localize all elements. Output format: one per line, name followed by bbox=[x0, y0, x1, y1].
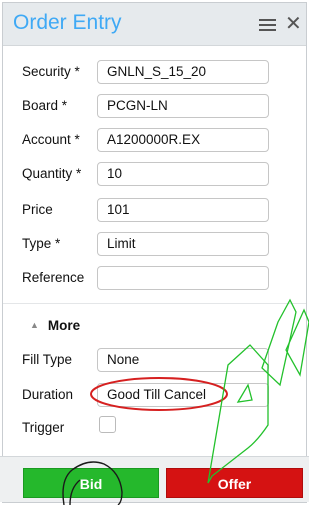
quantity-label: Quantity * bbox=[22, 166, 82, 181]
account-label: Account * bbox=[22, 132, 80, 147]
type-label: Type * bbox=[22, 236, 61, 251]
price-field[interactable]: 101 bbox=[97, 198, 269, 222]
offer-button[interactable]: Offer bbox=[166, 468, 303, 498]
account-field[interactable]: A1200000R.EX bbox=[97, 128, 269, 152]
panel-title: Order Entry bbox=[13, 11, 122, 34]
security-field[interactable]: GNLN_S_15_20 bbox=[97, 60, 269, 84]
fill-type-label: Fill Type bbox=[22, 352, 73, 367]
bid-button[interactable]: Bid bbox=[23, 468, 159, 498]
hamburger-menu-icon[interactable] bbox=[259, 19, 276, 31]
reference-field[interactable] bbox=[97, 266, 269, 290]
close-icon[interactable]: ✕ bbox=[285, 12, 302, 36]
trigger-label: Trigger bbox=[22, 420, 65, 435]
more-label: More bbox=[47, 318, 81, 333]
more-toggle[interactable]: ▲ More bbox=[30, 318, 80, 333]
quantity-field[interactable]: 10 bbox=[97, 162, 269, 186]
reference-label: Reference bbox=[22, 270, 85, 285]
price-label: Price bbox=[22, 202, 53, 217]
duration-label: Duration bbox=[22, 387, 74, 402]
board-label: Board * bbox=[22, 98, 68, 113]
type-field[interactable]: Limit bbox=[97, 232, 269, 256]
chevron-up-icon: ▲ bbox=[30, 320, 39, 330]
security-label: Security * bbox=[22, 64, 80, 79]
duration-field[interactable]: Good Till Cancel bbox=[97, 383, 269, 407]
board-field[interactable]: PCGN-LN bbox=[97, 94, 269, 118]
section-divider bbox=[3, 303, 306, 304]
trigger-checkbox[interactable] bbox=[99, 416, 116, 433]
panel-header: Order Entry ✕ bbox=[3, 3, 306, 46]
fill-type-field[interactable]: None bbox=[97, 348, 269, 372]
